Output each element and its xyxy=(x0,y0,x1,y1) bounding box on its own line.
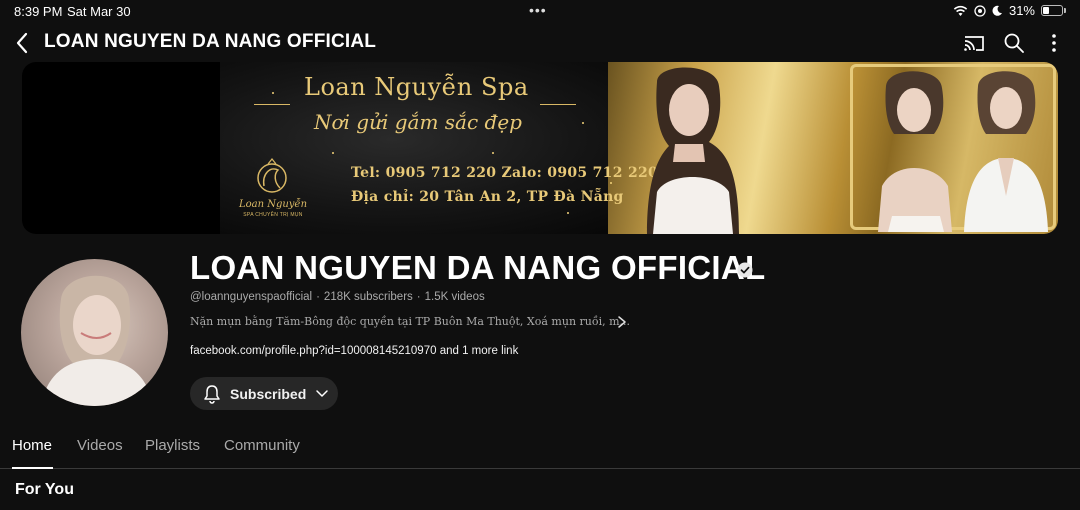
meta-separator: · xyxy=(416,291,421,303)
banner-address: Địa chỉ: 20 Tân An 2, TP Đà Nẵng xyxy=(351,189,624,205)
page-title: LOAN NGUYEN DA NANG OFFICIAL xyxy=(44,31,377,52)
subscriber-count: 218K subscribers xyxy=(323,291,413,303)
more-options-icon[interactable] xyxy=(1043,31,1065,55)
battery-tip xyxy=(1064,8,1066,13)
location-lock-icon xyxy=(974,4,986,17)
channel-name: LOAN NGUYEN DA NANG OFFICIAL xyxy=(190,249,766,286)
bell-icon xyxy=(204,384,220,404)
wifi-icon xyxy=(953,5,968,16)
moon-icon xyxy=(992,5,1002,16)
cast-icon[interactable] xyxy=(962,31,986,55)
banner-model-image-2 xyxy=(878,71,952,232)
status-date: Sat Mar 30 xyxy=(67,4,131,19)
chevron-down-icon xyxy=(316,389,328,397)
sparkle xyxy=(492,152,494,154)
sparkle xyxy=(582,122,584,124)
status-bar: 8:39 PM Sat Mar 30 ••• 31% xyxy=(0,0,1080,24)
multitasking-dots[interactable]: ••• xyxy=(529,2,547,18)
subscribed-button[interactable]: Subscribed xyxy=(190,377,338,410)
sparkle xyxy=(332,152,334,154)
facebook-link[interactable]: facebook.com/profile.php?id=100008145210… xyxy=(190,345,437,357)
sparkle xyxy=(567,212,569,214)
battery-percent: 31% xyxy=(1008,3,1035,18)
channel-description[interactable]: Nặn mụn bằng Tăm-Bông độc quyền tại TP B… xyxy=(190,315,630,328)
banner-slogan: Nơi gửi gắm sắc đẹp xyxy=(314,110,522,134)
sparkle xyxy=(610,182,612,184)
tab-home[interactable]: Home xyxy=(12,437,52,469)
active-tab-indicator xyxy=(12,467,53,469)
battery-icon xyxy=(1041,5,1063,16)
verified-badge-icon xyxy=(737,262,753,278)
back-arrow-icon[interactable] xyxy=(12,30,34,56)
more-links[interactable]: and 1 more link xyxy=(440,345,519,357)
section-title: For You xyxy=(15,481,74,498)
banner-brand-name: Loan Nguyễn Spa xyxy=(304,73,529,101)
channel-handle: @loannguyenspaofficial xyxy=(190,291,313,303)
status-time: 8:39 PM xyxy=(14,4,63,19)
banner-model-image xyxy=(647,67,739,234)
banner-model-image-3 xyxy=(964,71,1048,232)
channel-banner: Loan Nguyễn Spa Nơi gửi gắm sắc đẹp Tel:… xyxy=(22,62,1058,234)
channel-meta: @loannguyenspaofficial · 218K subscribers ·… xyxy=(190,291,485,303)
chevron-right-icon[interactable] xyxy=(615,314,629,330)
tab-community[interactable]: Community xyxy=(224,437,300,469)
banner-contact: Tel: 0905 712 220 Zalo: 0905 712 220 xyxy=(351,165,659,181)
spa-logo-icon xyxy=(257,158,287,193)
channel-links: facebook.com/profile.php?id=100008145210… xyxy=(190,345,518,357)
meta-separator: · xyxy=(316,291,320,303)
top-navigation: LOAN NGUYEN DA NANG OFFICIAL xyxy=(0,28,1080,58)
banner-divider-left xyxy=(254,104,290,105)
banner-logo-name: Loan Nguyễn xyxy=(238,199,308,210)
battery-level xyxy=(1043,7,1049,14)
video-count: 1.5K videos xyxy=(424,291,485,303)
sparkle xyxy=(272,92,274,94)
banner-logo-subtitle: SPA CHUYÊN TRỊ MỤN xyxy=(243,212,303,218)
status-indicators: 31% xyxy=(953,3,1066,18)
search-icon[interactable] xyxy=(1002,31,1026,55)
channel-avatar[interactable] xyxy=(21,259,168,406)
subscribed-label: Subscribed xyxy=(230,385,307,402)
banner-divider-right xyxy=(540,104,576,105)
tab-videos[interactable]: Videos xyxy=(77,437,123,469)
avatar-portrait xyxy=(41,275,153,406)
channel-tabs: Home Videos Playlists Community xyxy=(0,437,1080,469)
tab-playlists[interactable]: Playlists xyxy=(145,437,200,469)
